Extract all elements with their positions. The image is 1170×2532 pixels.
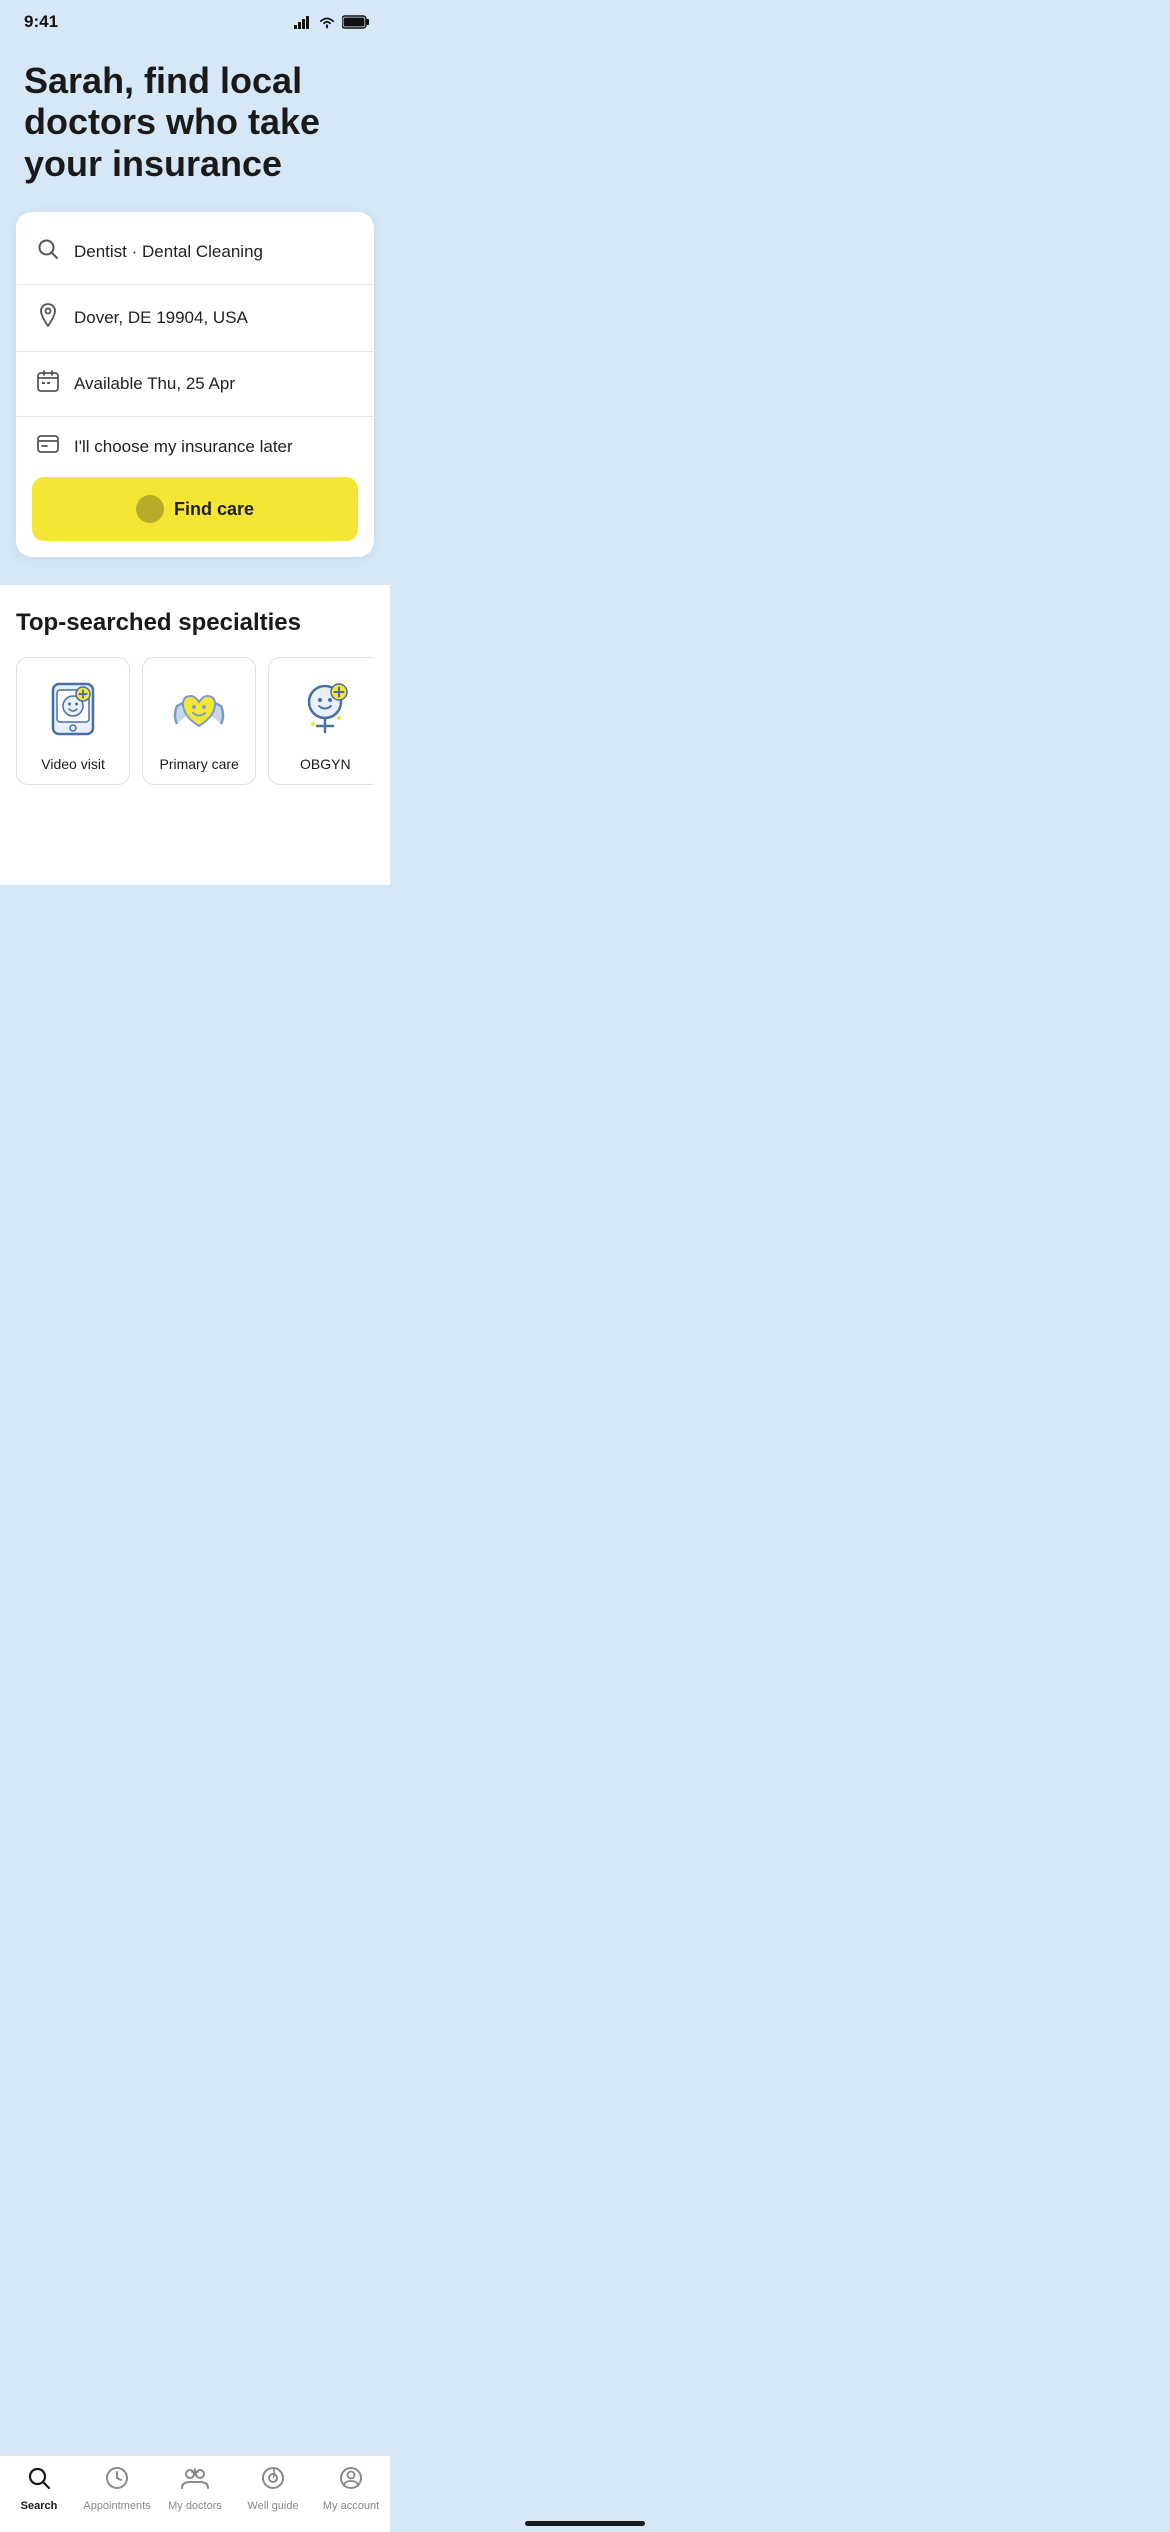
nav-my-doctors[interactable]: My doctors (156, 2466, 234, 2512)
specialty-card-obgyn[interactable]: OBGYN (268, 657, 374, 785)
find-care-label: Find care (174, 499, 254, 520)
wifi-icon (318, 15, 336, 29)
video-visit-label: Video visit (41, 756, 105, 772)
video-visit-icon (37, 674, 109, 746)
well-guide-nav-label: Well guide (247, 2500, 298, 2512)
status-time: 9:41 (24, 12, 58, 32)
insurance-text: I'll choose my insurance later (74, 437, 293, 457)
status-bar: 9:41 (0, 0, 390, 36)
obgyn-icon (289, 674, 361, 746)
calendar-icon (36, 370, 60, 398)
my-doctors-nav-label: My doctors (168, 2500, 222, 2512)
bottom-section: Top-searched specialties (0, 585, 390, 885)
appointments-nav-icon (105, 2466, 129, 2496)
specialty-text: Dentist · Dental Cleaning (74, 242, 263, 262)
nav-search[interactable]: Search (0, 2466, 78, 2512)
battery-icon (342, 15, 370, 29)
search-nav-label: Search (21, 2500, 58, 2512)
well-guide-nav-icon (261, 2466, 285, 2496)
my-account-nav-icon (339, 2466, 363, 2496)
specialty-card-primary-care[interactable]: Primary care (142, 657, 256, 785)
hero-title: Sarah, find local doctors who take your … (24, 60, 366, 184)
section-title: Top-searched specialties (16, 609, 374, 637)
nav-appointments[interactable]: Appointments (78, 2466, 156, 2512)
search-card: Dentist · Dental Cleaning Dover, DE 1990… (16, 212, 374, 557)
primary-care-icon (163, 674, 235, 746)
my-account-nav-label: My account (323, 2500, 379, 2512)
availability-text: Available Thu, 25 Apr (74, 374, 235, 394)
hero-section: Sarah, find local doctors who take your … (0, 36, 390, 212)
insurance-icon (36, 435, 60, 459)
my-doctors-nav-icon (181, 2466, 209, 2496)
primary-care-label: Primary care (160, 756, 239, 772)
specialty-grid: Video visit Primary care (16, 657, 374, 785)
find-care-dot (136, 495, 164, 523)
appointments-nav-label: Appointments (83, 2500, 150, 2512)
location-text: Dover, DE 19904, USA (74, 308, 248, 328)
nav-well-guide[interactable]: Well guide (234, 2466, 312, 2512)
location-field[interactable]: Dover, DE 19904, USA (16, 285, 374, 352)
nav-my-account[interactable]: My account (312, 2466, 390, 2512)
obgyn-label: OBGYN (300, 756, 351, 772)
status-icons (294, 15, 370, 29)
availability-field[interactable]: Available Thu, 25 Apr (16, 352, 374, 417)
signal-icon (294, 15, 312, 29)
specialty-field[interactable]: Dentist · Dental Cleaning (16, 220, 374, 285)
insurance-field[interactable]: I'll choose my insurance later (16, 417, 374, 477)
specialty-card-video-visit[interactable]: Video visit (16, 657, 130, 785)
search-icon (36, 238, 60, 266)
home-indicator (525, 2521, 645, 2526)
location-icon (36, 303, 60, 333)
find-care-button[interactable]: Find care (32, 477, 358, 541)
bottom-nav: Search Appointments My doctors (0, 2455, 390, 2532)
search-nav-icon (27, 2466, 51, 2496)
